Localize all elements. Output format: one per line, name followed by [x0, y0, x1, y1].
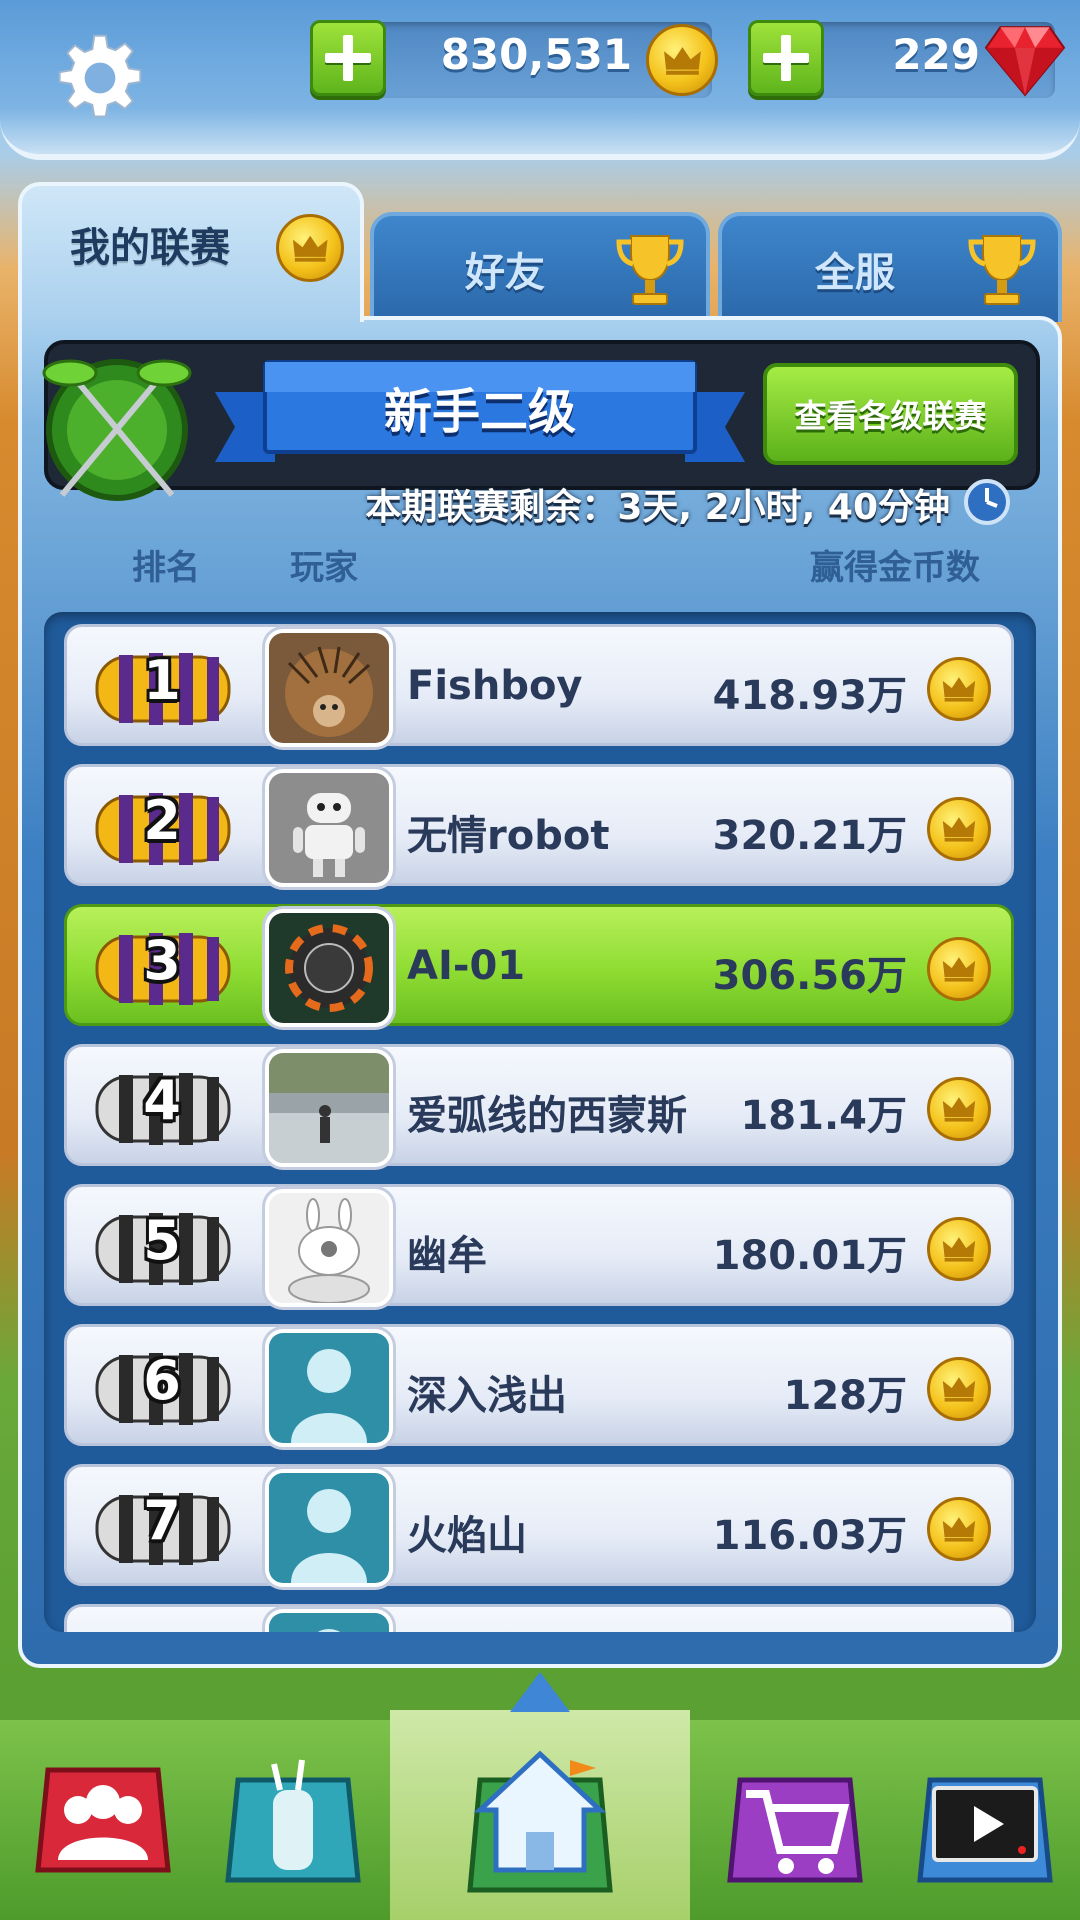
coins-won: 306.56万 [712, 953, 907, 999]
coin-balance: 830,531 [440, 30, 632, 79]
rank-number: 6 [143, 1349, 181, 1412]
crown-coin-icon [927, 937, 991, 1001]
table-row[interactable]: 7 火焰山 116.03万 [64, 1464, 1014, 1587]
column-coins-won: 赢得金币数 [810, 548, 980, 588]
add-gems-button[interactable] [748, 20, 824, 96]
default-avatar-icon [265, 1609, 393, 1632]
gem-balance: 229 [892, 30, 980, 79]
clock-icon [964, 479, 1010, 525]
crown-coin-icon [927, 1217, 991, 1281]
league-name: 新手二级 [383, 384, 576, 440]
column-player: 玩家 [290, 548, 358, 588]
home-icon[interactable] [460, 1740, 620, 1900]
coins-won: 180.01万 [712, 1233, 907, 1279]
rank-number: 7 [143, 1489, 181, 1552]
table-row[interactable]: 6 深入浅出 128万 [64, 1324, 1014, 1447]
trophy-icon [616, 235, 684, 305]
avatar [265, 1049, 393, 1167]
crown-coin-icon [927, 657, 991, 721]
crown-coin-icon [927, 1497, 991, 1561]
shop-cart-icon[interactable] [720, 1750, 870, 1900]
crown-coin-icon [646, 24, 718, 96]
red-gem-icon [984, 26, 1066, 97]
tab-friends[interactable]: 好友 [370, 212, 710, 322]
coins-won: 128万 [783, 1373, 908, 1419]
table-row[interactable]: 5 幽牟 180.01万 [64, 1184, 1014, 1307]
crown-coin-icon [927, 797, 991, 861]
golf-bag-icon[interactable] [218, 1750, 368, 1900]
crown-coin-icon [927, 1077, 991, 1141]
player-name: 无情robot [407, 813, 610, 859]
view-all-leagues-button[interactable]: 查看各级联赛 [763, 363, 1018, 465]
gear-icon[interactable] [50, 28, 150, 128]
table-row[interactable]: 2 无情robot 320.21万 [64, 764, 1014, 887]
player-name: 深入浅出 [407, 1373, 567, 1419]
player-name: 爱弧线的西蒙斯 [407, 1093, 687, 1139]
rank-number: 3 [143, 929, 181, 992]
coins-won: 320.21万 [712, 813, 907, 859]
column-rank: 排名 [132, 548, 200, 588]
coins-won: 418.93万 [712, 673, 907, 719]
default-avatar-icon [265, 1469, 393, 1587]
league-emblem-icon [42, 359, 192, 501]
player-name: AI-01 [407, 943, 526, 989]
rank-number: 5 [143, 1209, 181, 1272]
selected-indicator-icon [510, 1672, 570, 1712]
rank-number: 1 [143, 649, 181, 712]
table-row[interactable]: 4 爱弧线的西蒙斯 181.4万 [64, 1044, 1014, 1167]
player-name: 火焰山 [407, 1513, 527, 1559]
table-row-partial[interactable] [64, 1604, 1014, 1632]
table-row[interactable]: 1 Fishboy 418.93万 [64, 624, 1014, 747]
rank-number: 2 [143, 789, 181, 852]
tab-my-league[interactable]: 我的联赛 [18, 182, 364, 322]
avatar [265, 909, 393, 1027]
avatar [265, 769, 393, 887]
rank-number: 4 [143, 1069, 181, 1132]
avatar [265, 1189, 393, 1307]
crown-coin-icon [927, 1357, 991, 1421]
coins-won: 181.4万 [740, 1093, 907, 1139]
avatar [265, 629, 393, 747]
table-row-current-player[interactable]: 3 AI-01 306.56万 [64, 904, 1014, 1027]
team-icon[interactable] [28, 1750, 178, 1900]
player-name: Fishboy [407, 663, 583, 709]
tab-my-league-label: 我的联赛 [70, 225, 230, 271]
tab-global-label: 全服 [815, 250, 895, 296]
tab-friends-label: 好友 [465, 250, 545, 296]
time-remaining: 本期联赛剩余：3天, 2小时, 40分钟 [365, 487, 950, 528]
add-coins-button[interactable] [310, 20, 386, 96]
player-name: 幽牟 [407, 1233, 487, 1279]
trophy-icon [968, 235, 1036, 305]
coins-won: 116.03万 [712, 1513, 907, 1559]
tab-global[interactable]: 全服 [718, 212, 1062, 322]
video-icon[interactable] [910, 1750, 1060, 1900]
leaderboard-list[interactable]: 1 Fishboy 418.93万 2 无情robot 320.21万 3 AI… [44, 612, 1036, 1632]
default-avatar-icon [265, 1329, 393, 1447]
crown-coin-icon [276, 214, 344, 282]
